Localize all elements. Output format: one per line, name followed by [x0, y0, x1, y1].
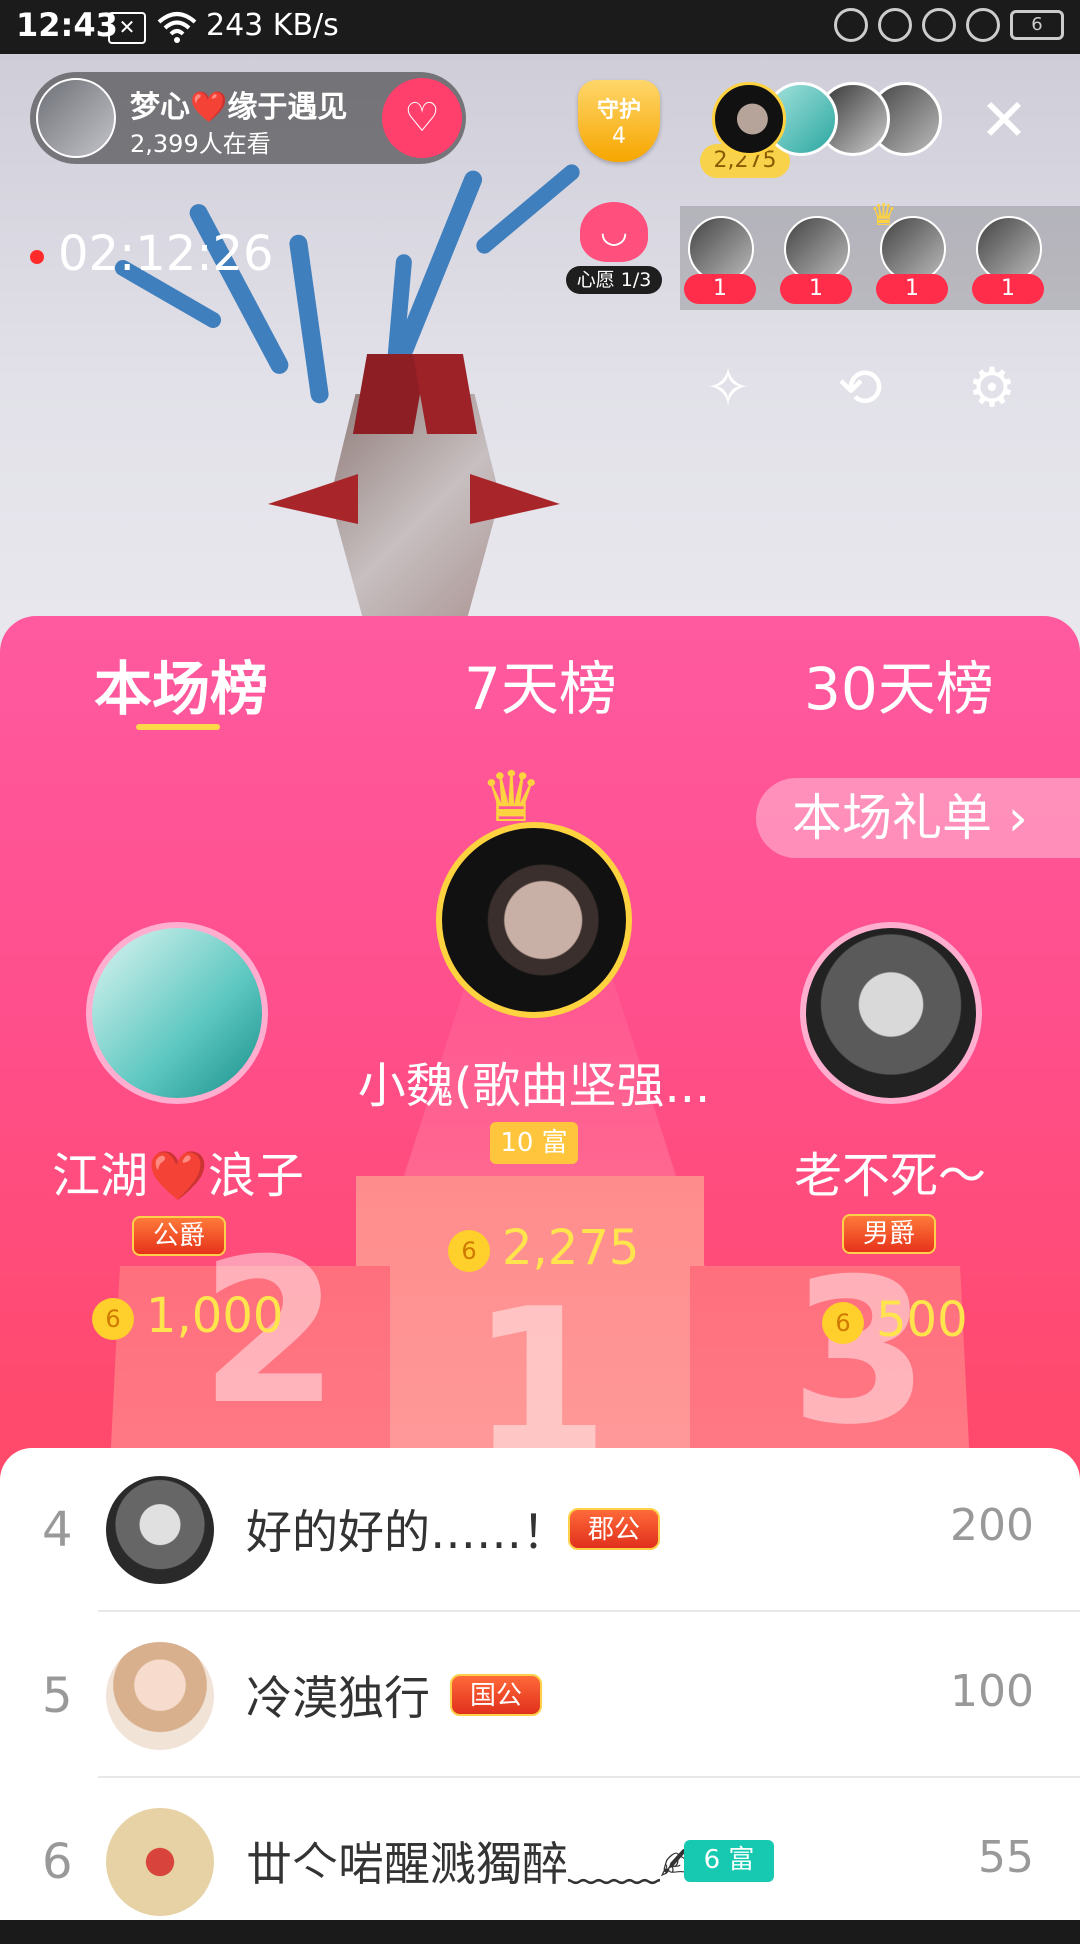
second-place-coins: 6 1,000 — [92, 1288, 283, 1344]
beauty-wand-icon[interactable]: ✧ — [688, 348, 768, 428]
guard-count: 4 — [612, 124, 626, 149]
list-item[interactable]: 6 丗亽啱醒溅獨醉﹏﹏✍ 6 富 55 — [0, 1780, 1080, 1944]
coin-icon: 6 — [822, 1302, 864, 1344]
avatar[interactable] — [106, 1808, 214, 1916]
score: 100 — [950, 1666, 1034, 1717]
second-place-avatar[interactable] — [86, 922, 268, 1104]
audience-badge: 1 — [972, 274, 1044, 304]
first-place-name: 小魏(歌曲坚强... — [357, 1058, 711, 1114]
rank-number: 6 — [42, 1834, 73, 1890]
second-place-name: 江湖❤️浪子 — [52, 1148, 304, 1204]
first-place-avatar[interactable] — [436, 822, 632, 1018]
title-badge: 郡公 — [568, 1508, 660, 1550]
host-info[interactable]: 梦心❤️缘于遇见 2,399人在看 ♡ — [30, 72, 466, 164]
mute-icon — [834, 8, 868, 42]
lock-rotation-icon — [878, 8, 912, 42]
battery-icon: 6 — [1010, 10, 1064, 40]
user-name: 丗亽啱醒溅獨醉﹏﹏✍ — [246, 1837, 699, 1891]
user-name: 好的好的……！ — [246, 1505, 568, 1559]
tab-underline — [136, 724, 220, 730]
audience-avatar[interactable] — [688, 216, 754, 282]
crown-icon: ♛ — [870, 198, 897, 233]
avatar[interactable] — [106, 1642, 214, 1750]
title-badge: 国公 — [450, 1674, 542, 1716]
flip-camera-icon[interactable]: ⟲ — [820, 348, 900, 428]
first-place-badge: 10 富 — [490, 1122, 578, 1164]
third-place-badge: 男爵 — [842, 1214, 936, 1254]
second-place-badge: 公爵 — [132, 1216, 226, 1256]
contributor-avatar[interactable] — [712, 82, 786, 156]
audience-avatar[interactable] — [784, 216, 850, 282]
score: 55 — [978, 1832, 1034, 1883]
tab-this-show[interactable]: 本场榜 — [94, 642, 268, 726]
coin-icon: 6 — [92, 1298, 134, 1340]
list-item[interactable]: 5 冷漠独行 国公 100 — [0, 1614, 1080, 1778]
third-place-avatar[interactable] — [800, 922, 982, 1104]
audience-strip[interactable]: 1 1 ♛ 1 1 — [680, 198, 1080, 310]
heart-face-icon: ◡ — [580, 202, 648, 262]
first-place-coins-value: 2,275 — [502, 1220, 640, 1276]
guard-label: 守护 — [596, 98, 641, 123]
podium-number-third: 3 — [790, 1236, 930, 1469]
user-name: 冷漠独行 — [246, 1671, 430, 1725]
coin-icon: 6 — [448, 1230, 490, 1272]
guard-badge[interactable]: 守护 4 — [578, 80, 668, 168]
tab-30-days[interactable]: 30天榜 — [804, 642, 994, 726]
first-place-coins: 6 2,275 — [448, 1220, 639, 1276]
avatar[interactable] — [106, 1476, 214, 1584]
headphone-icon — [966, 8, 1000, 42]
host-name: 梦心❤️缘于遇见 — [130, 90, 348, 125]
audience-badge: 1 — [876, 274, 948, 304]
second-place-coins-value: 1,000 — [146, 1288, 284, 1344]
rank-number: 5 — [42, 1668, 73, 1724]
network-speed: 243 KB/s — [206, 8, 339, 43]
viewer-count: 2,399人在看 — [130, 130, 271, 158]
close-icon[interactable]: ✕ — [976, 91, 1032, 149]
live-timer: 02:12:26 — [30, 226, 274, 282]
recording-dot-icon — [30, 250, 44, 264]
audience-badge: 1 — [684, 274, 756, 304]
wish-label: 心愿 1/3 — [566, 266, 662, 294]
rank-number: 4 — [42, 1502, 73, 1558]
rich-badge: 6 富 — [684, 1840, 774, 1882]
wish-widget[interactable]: ◡ 心愿 1/3 — [566, 202, 662, 294]
host-avatar[interactable] — [36, 78, 116, 158]
status-bar: 12:43 ✕ 243 KB/s 6 — [0, 0, 1080, 54]
ranking-list: 4 好的好的……！ 郡公 200 5 冷漠独行 国公 100 6 丗亽啱醒溅獨醉… — [0, 1448, 1080, 1920]
shield-icon: 守护 4 — [578, 80, 660, 162]
audience-avatar[interactable] — [976, 216, 1042, 282]
tab-7-days[interactable]: 7天榜 — [464, 642, 617, 726]
system-icons: 6 — [834, 8, 1064, 42]
wifi-icon — [157, 12, 197, 43]
live-timer-text: 02:12:26 — [58, 226, 274, 282]
third-place-name: 老不死～ — [793, 1148, 986, 1204]
ranking-tabs: 本场榜 7天榜 30天榜 — [0, 616, 1080, 736]
gift-list-button[interactable]: 本场礼单 › — [756, 778, 1080, 858]
status-time: 12:43 — [16, 6, 118, 44]
settings-gear-icon[interactable]: ⚙ — [952, 348, 1032, 428]
list-item[interactable]: 4 好的好的……！ 郡公 200 — [0, 1448, 1080, 1612]
follow-heart-button[interactable]: ♡ — [382, 78, 462, 158]
audience-badge: 1 — [780, 274, 852, 304]
divider — [98, 1776, 1080, 1778]
third-place-coins-value: 500 — [876, 1292, 968, 1348]
divider — [98, 1610, 1080, 1612]
score: 200 — [950, 1500, 1034, 1551]
notification-icon: ✕ — [108, 12, 146, 44]
third-place-coins: 6 500 — [822, 1292, 968, 1348]
alarm-icon — [922, 8, 956, 42]
